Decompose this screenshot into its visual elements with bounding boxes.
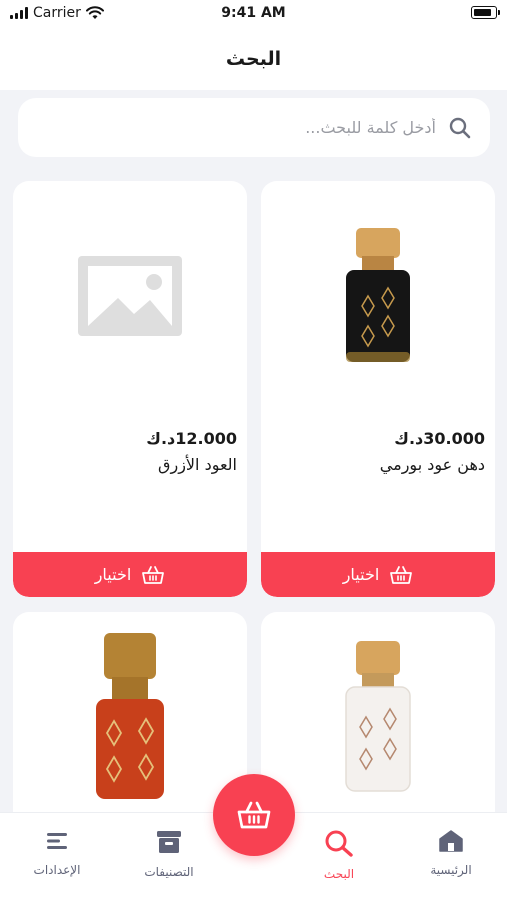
select-button[interactable]: اختيار	[13, 552, 247, 597]
red-perfume-bottle	[96, 633, 164, 799]
basket-icon	[142, 565, 165, 584]
select-button[interactable]: اختيار	[261, 552, 495, 597]
product-image	[13, 612, 247, 822]
black-perfume-bottle	[346, 228, 410, 362]
select-label: اختيار	[94, 565, 132, 584]
clear-perfume-bottle	[345, 641, 411, 792]
product-price: 12.000د.ك	[146, 429, 237, 448]
product-price: 30.000د.ك	[394, 429, 485, 448]
status-right	[471, 6, 500, 19]
basket-icon	[390, 565, 413, 584]
status-time: 9:41 AM	[221, 5, 286, 21]
product-name: العود الأزرق	[158, 455, 237, 474]
product-card[interactable]	[261, 612, 495, 822]
search-box[interactable]	[18, 98, 490, 157]
search-input[interactable]	[56, 118, 436, 137]
nav-label-settings: الإعدادات	[33, 863, 81, 877]
nav-label-home: الرئيسية	[430, 863, 472, 877]
product-image	[261, 181, 495, 411]
placeholder-image-icon	[78, 256, 182, 336]
nav-item-categories[interactable]: التصنيفات	[124, 829, 214, 879]
basket-icon	[237, 801, 271, 829]
app-header: البحث	[0, 28, 507, 90]
nav-item-search[interactable]: البحث	[294, 829, 384, 881]
search-icon	[325, 830, 353, 857]
cart-fab-button[interactable]	[213, 774, 295, 856]
battery-icon	[471, 6, 500, 19]
page-title: البحث	[225, 48, 282, 70]
nav-label-search: البحث	[323, 867, 355, 881]
home-icon	[439, 830, 463, 852]
product-image	[261, 612, 495, 822]
status-bar: Carrier 9:41 AM	[0, 0, 507, 28]
product-card[interactable]	[13, 612, 247, 822]
product-card[interactable]: 12.000د.ك العود الأزرق اختيار	[13, 181, 247, 597]
search-icon	[449, 117, 471, 138]
product-card[interactable]: 30.000د.ك دهن عود بورمي اختيار	[261, 181, 495, 597]
nav-item-home[interactable]: الرئيسية	[406, 829, 496, 877]
product-image	[13, 181, 247, 411]
nav-label-categories: التصنيفات	[144, 865, 194, 879]
select-label: اختيار	[342, 565, 380, 584]
categories-icon	[157, 831, 181, 853]
product-name: دهن عود بورمي	[379, 455, 485, 474]
nav-item-settings[interactable]: الإعدادات	[12, 829, 102, 877]
settings-icon	[47, 833, 67, 849]
